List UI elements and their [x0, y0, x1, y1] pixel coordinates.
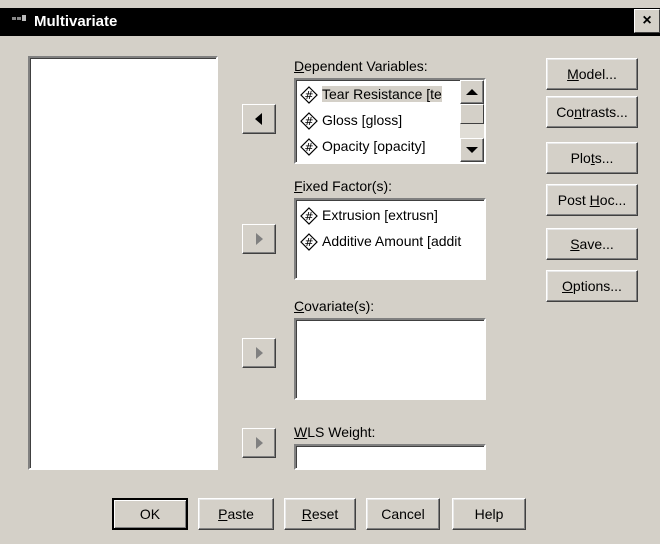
svg-text:#: #	[304, 89, 313, 102]
scroll-up-button[interactable]	[460, 80, 484, 104]
move-covariate-button[interactable]	[242, 338, 276, 368]
covariates-label: Covariate(s):	[294, 298, 375, 314]
scroll-down-button[interactable]	[460, 138, 484, 162]
right-arrow-icon	[256, 347, 263, 359]
vertical-scrollbar[interactable]	[460, 80, 484, 162]
ok-button[interactable]: OK	[112, 498, 188, 530]
close-icon: ×	[642, 12, 652, 29]
plots-button[interactable]: Plots...	[546, 142, 638, 174]
wls-weight-field[interactable]	[294, 444, 486, 470]
options-button[interactable]: Options...	[546, 270, 638, 302]
save-button[interactable]: Save...	[546, 228, 638, 260]
scale-variable-icon: #	[300, 86, 318, 105]
paste-button[interactable]: Paste	[198, 498, 274, 530]
cancel-button[interactable]: Cancel	[366, 498, 440, 530]
fixed-factors-list[interactable]: # Extrusion [extrusn] # Additive Amount …	[294, 198, 486, 280]
svg-text:#: #	[304, 141, 313, 154]
move-wls-button[interactable]	[242, 428, 276, 458]
down-arrow-icon	[466, 147, 478, 153]
list-item[interactable]: # Tear Resistance [te	[300, 83, 442, 105]
right-arrow-icon	[256, 437, 263, 449]
source-variable-list[interactable]	[28, 56, 218, 470]
reset-button[interactable]: Reset	[284, 498, 356, 530]
multivariate-dialog: Multivariate × Dependent Variables: # Te…	[0, 0, 660, 544]
right-arrow-icon	[256, 233, 263, 245]
left-arrow-icon	[255, 113, 262, 125]
up-arrow-icon	[466, 89, 478, 95]
scroll-thumb[interactable]	[460, 104, 484, 124]
scale-variable-icon: #	[300, 112, 318, 131]
fixed-factors-label: Fixed Factor(s):	[294, 178, 393, 194]
scale-variable-icon: #	[300, 138, 318, 157]
window-title: Multivariate	[34, 13, 118, 30]
help-button[interactable]: Help	[452, 498, 526, 530]
move-dependent-button[interactable]	[242, 104, 276, 134]
wls-weight-label: WLS Weight:	[294, 424, 376, 440]
list-item[interactable]: # Opacity [opacity]	[300, 135, 426, 157]
list-item[interactable]: # Gloss [gloss]	[300, 109, 402, 131]
title-bar[interactable]: Multivariate ×	[0, 8, 660, 38]
close-button[interactable]: ×	[634, 9, 660, 33]
post-hoc-button[interactable]: Post Hoc...	[546, 184, 638, 216]
list-item[interactable]: # Additive Amount [addit	[300, 230, 461, 252]
contrasts-button[interactable]: Contrasts...	[546, 96, 638, 128]
scale-variable-icon: #	[300, 233, 318, 252]
covariates-list[interactable]	[294, 318, 486, 400]
app-icon	[12, 15, 26, 21]
dependent-variables-label: Dependent Variables:	[294, 58, 428, 74]
svg-text:#: #	[304, 210, 313, 223]
dependent-variables-list[interactable]: # Tear Resistance [te # Gloss [gloss] # …	[294, 78, 486, 164]
scale-variable-icon: #	[300, 207, 318, 226]
svg-text:#: #	[304, 236, 313, 249]
list-item[interactable]: # Extrusion [extrusn]	[300, 204, 438, 226]
model-button[interactable]: Model...	[546, 58, 638, 90]
svg-text:#: #	[304, 115, 313, 128]
move-fixed-factor-button[interactable]	[242, 224, 276, 254]
